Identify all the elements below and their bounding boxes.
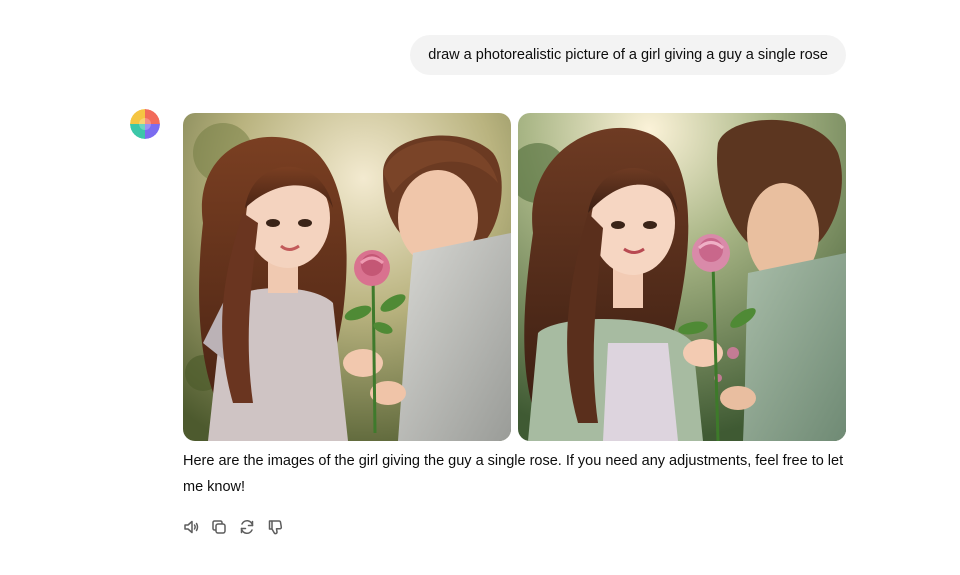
refresh-icon <box>238 518 256 536</box>
thumbs-down-icon <box>266 518 284 536</box>
copy-icon <box>210 518 228 536</box>
message-actions <box>181 517 285 537</box>
chat-page: draw a photorealistic picture of a girl … <box>0 0 960 575</box>
generated-image-2[interactable] <box>518 113 846 441</box>
copy-button[interactable] <box>209 517 229 537</box>
read-aloud-button[interactable] <box>181 517 201 537</box>
generated-images-gallery <box>183 113 846 441</box>
assistant-avatar-icon <box>130 109 160 139</box>
generated-image-1[interactable] <box>183 113 511 441</box>
user-message-bubble: draw a photorealistic picture of a girl … <box>410 35 846 75</box>
speaker-icon <box>182 518 200 536</box>
regenerate-button[interactable] <box>237 517 257 537</box>
thumbs-down-button[interactable] <box>265 517 285 537</box>
assistant-response-text: Here are the images of the girl giving t… <box>183 453 844 495</box>
